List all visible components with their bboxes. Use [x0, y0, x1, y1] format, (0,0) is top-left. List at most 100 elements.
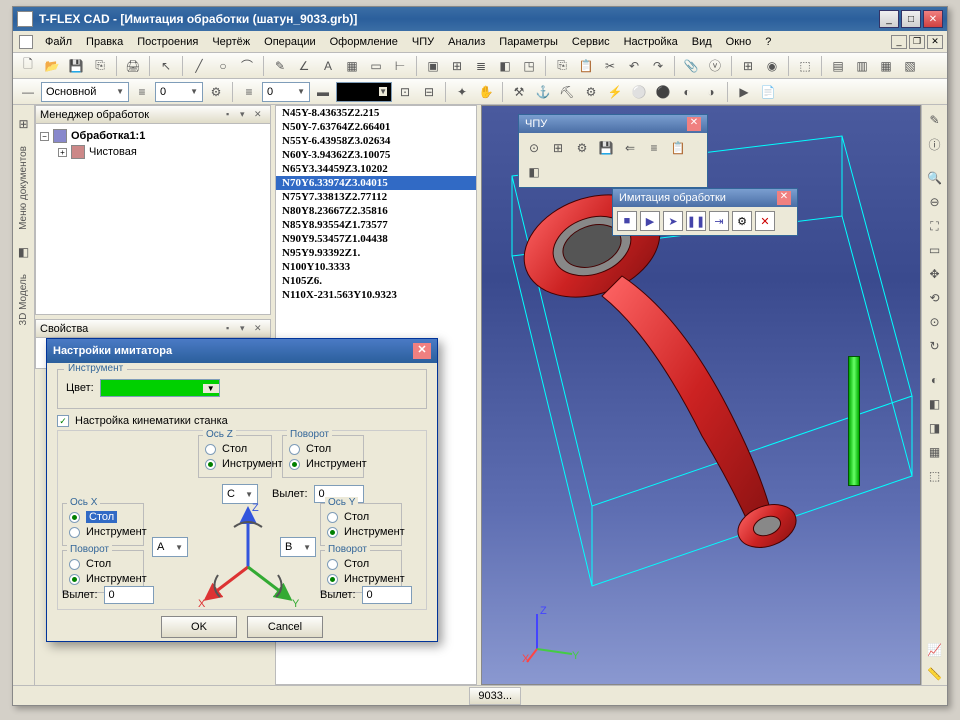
render-icon[interactable]: ◉	[761, 55, 783, 77]
gcode-line[interactable]: N50Y-7.63764Z2.66401	[276, 120, 476, 134]
zoom-fit-icon[interactable]: ⛶	[924, 215, 946, 237]
line-icon[interactable]: ╱	[188, 55, 210, 77]
panel-menu-icon[interactable]: ▾	[240, 109, 252, 121]
menu-service[interactable]: Сервис	[566, 34, 616, 50]
view-icon[interactable]: ◳	[518, 55, 540, 77]
cursor-icon[interactable]: ↖	[155, 55, 177, 77]
menu-build[interactable]: Построения	[131, 34, 204, 50]
undo-icon[interactable]: ↶	[623, 55, 645, 77]
measure-icon[interactable]: 📏	[924, 663, 946, 685]
num2-input[interactable]: 0▼	[262, 82, 310, 102]
layers-icon[interactable]: ≣	[470, 55, 492, 77]
text-icon[interactable]: A	[317, 55, 339, 77]
extend-x-input[interactable]	[104, 586, 154, 604]
nc-toolbar-close-icon[interactable]: ✕	[687, 117, 701, 131]
sim-stop-icon[interactable]: ■	[617, 211, 637, 231]
vars-icon[interactable]: ⓥ	[704, 55, 726, 77]
win4-icon[interactable]: ▧	[899, 55, 921, 77]
tree-child-label[interactable]: Чистовая	[89, 146, 137, 158]
menu-view[interactable]: Вид	[686, 34, 718, 50]
cnc8-icon[interactable]: ◐	[676, 81, 698, 103]
mdi-restore[interactable]: ❐	[909, 35, 925, 49]
3d-icon[interactable]: ⬚	[794, 55, 816, 77]
z-instr-radio[interactable]	[205, 459, 216, 470]
cut-icon[interactable]: ✂	[599, 55, 621, 77]
tree-expand-icon[interactable]: +	[58, 148, 67, 157]
nc-btn8-icon[interactable]: ◧	[523, 161, 545, 183]
cnc5-icon[interactable]: ⚡	[604, 81, 626, 103]
rotx-instr-radio[interactable]	[69, 574, 80, 585]
tool-color-combo[interactable]: ▼	[100, 379, 220, 397]
y-stol-radio[interactable]	[327, 512, 338, 523]
copy-icon[interactable]: ⎘	[551, 55, 573, 77]
panel-pin-icon[interactable]: ▪	[226, 109, 238, 121]
tool2-icon[interactable]: ∠	[293, 55, 315, 77]
win1-icon[interactable]: ▤	[827, 55, 849, 77]
menu-settings[interactable]: Настройка	[618, 34, 684, 50]
gcode-line[interactable]: N85Y8.93554Z1.73577	[276, 218, 476, 232]
pan-icon[interactable]: ✥	[924, 263, 946, 285]
num1-input[interactable]: 0▼	[155, 82, 203, 102]
menu-drawing[interactable]: Чертёж	[206, 34, 256, 50]
nc-btn4-icon[interactable]: 💾	[595, 137, 617, 159]
menu-analysis[interactable]: Анализ	[442, 34, 491, 50]
menu-params[interactable]: Параметры	[493, 34, 564, 50]
menu-help[interactable]: ?	[759, 34, 777, 50]
cnc4-icon[interactable]: ⚙	[580, 81, 602, 103]
z-stol-radio[interactable]	[205, 444, 216, 455]
nc-btn5-icon[interactable]: ⇐	[619, 137, 641, 159]
tool-icon[interactable]: ✎	[269, 55, 291, 77]
gcode-line[interactable]: N70Y6.33974Z3.04015	[276, 176, 476, 190]
menu-edit[interactable]: Правка	[80, 34, 129, 50]
cnc1-icon[interactable]: ⚒	[508, 81, 530, 103]
gcode-line[interactable]: N75Y7.33813Z2.77112	[276, 190, 476, 204]
cnc3-icon[interactable]: ⛏	[556, 81, 578, 103]
circle-icon[interactable]: ○	[212, 55, 234, 77]
attach-icon[interactable]: 📎	[680, 55, 702, 77]
view3-icon[interactable]: ◨	[924, 417, 946, 439]
extend-y-input[interactable]	[362, 586, 412, 604]
redo-icon[interactable]: ↷	[647, 55, 669, 77]
panel-header[interactable]: Менеджер обработок ▪ ▾ ✕	[36, 106, 270, 124]
props-pin-icon[interactable]: ▪	[226, 323, 238, 335]
panel-close-icon[interactable]: ✕	[254, 109, 266, 121]
gcode-line[interactable]: N90Y9.53457Z1.04438	[276, 232, 476, 246]
nc-btn1-icon[interactable]: ⊙	[523, 137, 545, 159]
dim-icon[interactable]: ⊢	[389, 55, 411, 77]
x-stol-radio[interactable]	[69, 512, 80, 523]
nc-floating-toolbar[interactable]: ЧПУ ✕ ⊙ ⊞ ⚙ 💾 ⇐ ≡ 📋 ◧	[518, 114, 708, 188]
rotz-stol-radio[interactable]	[289, 444, 300, 455]
roty-instr-radio[interactable]	[327, 574, 338, 585]
sim-toolbar-close-icon[interactable]: ✕	[777, 191, 791, 205]
view2-icon[interactable]: ◧	[924, 393, 946, 415]
hand-icon[interactable]: ✋	[475, 81, 497, 103]
zoom-sel-icon[interactable]: ⊙	[924, 311, 946, 333]
gcode-line[interactable]: N105Z6.	[276, 274, 476, 288]
sim-play-icon[interactable]: ▶	[640, 211, 660, 231]
rtool-edit-icon[interactable]: ✎	[924, 109, 946, 131]
nc-btn6-icon[interactable]: ≡	[643, 137, 665, 159]
chart-icon[interactable]: 📈	[924, 639, 946, 661]
rotz-instr-radio[interactable]	[289, 459, 300, 470]
props-menu-icon[interactable]: ▾	[240, 323, 252, 335]
group-icon[interactable]: ▣	[422, 55, 444, 77]
kinematics-checkbox[interactable]: ✓	[57, 415, 69, 427]
x-instr-radio[interactable]	[69, 527, 80, 538]
save-icon[interactable]: 💾	[65, 55, 87, 77]
gcode-line[interactable]: N45Y-8.43635Z2.215	[276, 106, 476, 120]
prop2-icon[interactable]: ⊟	[418, 81, 440, 103]
misc-icon[interactable]: ⚙	[205, 81, 227, 103]
tree-collapse-icon[interactable]: −	[40, 132, 49, 141]
saveall-icon[interactable]: ⎘	[89, 55, 111, 77]
sim-settings-icon[interactable]: ⚙	[732, 211, 752, 231]
grid-icon[interactable]: ⊞	[446, 55, 468, 77]
zoom-in-icon[interactable]: 🔍	[924, 167, 946, 189]
lw-icon[interactable]: ≡	[238, 81, 260, 103]
props-close-icon[interactable]: ✕	[254, 323, 266, 335]
sim-icon[interactable]: ▶	[733, 81, 755, 103]
gcode-line[interactable]: N110X-231.563Y10.9323	[276, 288, 476, 302]
cube-icon[interactable]: ◧	[494, 55, 516, 77]
ok-button[interactable]: OK	[161, 616, 237, 638]
print-icon[interactable]: 🖨	[122, 55, 144, 77]
view1-icon[interactable]: ◐	[924, 369, 946, 391]
